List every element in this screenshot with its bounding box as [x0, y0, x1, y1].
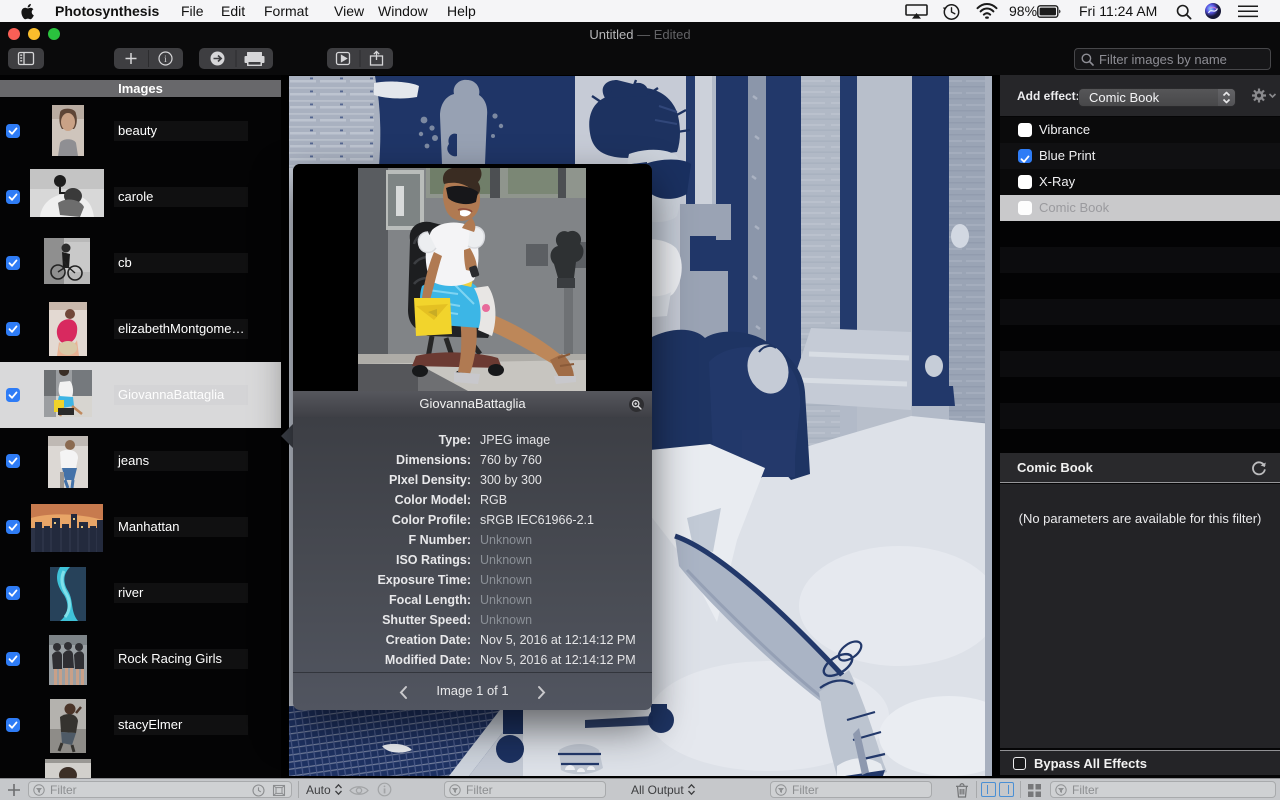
svg-text:i: i: [164, 55, 167, 65]
